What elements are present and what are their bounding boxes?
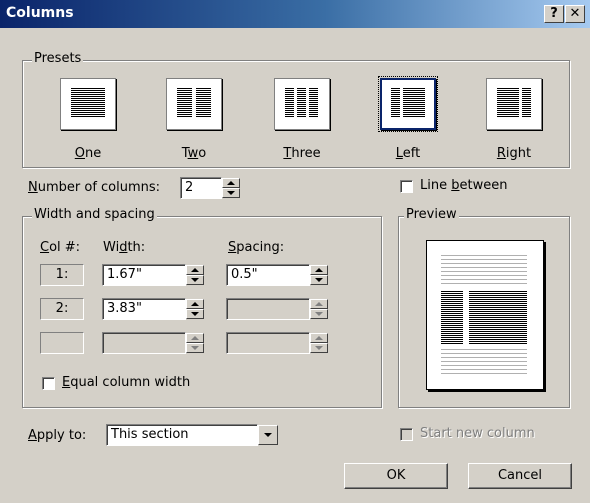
preset-three-button[interactable] bbox=[274, 78, 330, 130]
spin-down-icon[interactable] bbox=[186, 309, 204, 319]
col-number-header: Col #: bbox=[40, 240, 81, 255]
col3-width-spinner bbox=[186, 333, 204, 353]
ok-button[interactable]: OK bbox=[344, 463, 448, 489]
spin-up-icon bbox=[310, 299, 328, 309]
col1-width-input[interactable]: 1.67" bbox=[102, 264, 186, 286]
dropdown-arrow-icon[interactable] bbox=[258, 425, 278, 445]
preset-three-label: Three bbox=[283, 146, 321, 161]
window-title: Columns bbox=[6, 5, 74, 21]
line-between-label: Line between bbox=[420, 178, 508, 193]
spin-down-icon bbox=[310, 309, 328, 319]
presets-group-label: Presets bbox=[32, 51, 84, 66]
preset-left-button[interactable] bbox=[378, 76, 438, 132]
spin-down-icon bbox=[186, 343, 204, 353]
col1-spacing-spinner[interactable] bbox=[310, 265, 328, 285]
col2-spacing-spinner bbox=[310, 299, 328, 319]
help-button[interactable]: ? bbox=[544, 5, 564, 23]
equal-width-checkbox[interactable] bbox=[42, 377, 55, 390]
start-new-column-checkbox bbox=[400, 428, 413, 441]
spin-down-icon[interactable] bbox=[186, 275, 204, 285]
close-button[interactable]: ✕ bbox=[565, 5, 585, 23]
col1-width-spinner[interactable] bbox=[186, 265, 204, 285]
col-number-cell bbox=[40, 332, 84, 354]
col3-spacing-spinner bbox=[310, 333, 328, 353]
col-number-cell: 2: bbox=[40, 298, 84, 320]
spin-down-icon[interactable] bbox=[222, 188, 240, 198]
apply-to-label: Apply to: bbox=[28, 428, 87, 443]
number-of-columns-input[interactable]: 2 bbox=[180, 177, 222, 199]
preset-one-button[interactable] bbox=[60, 78, 116, 130]
col3-width-input bbox=[102, 332, 186, 354]
preview-group-label: Preview bbox=[404, 207, 459, 222]
spin-up-icon bbox=[186, 333, 204, 343]
start-new-column-label: Start new column bbox=[420, 426, 535, 441]
spin-up-icon[interactable] bbox=[222, 178, 240, 188]
spacing-header: Spacing: bbox=[228, 240, 285, 255]
spin-down-icon bbox=[310, 343, 328, 353]
col2-width-input[interactable]: 3.83" bbox=[102, 298, 186, 320]
preset-right-button[interactable] bbox=[486, 78, 542, 130]
line-between-checkbox[interactable] bbox=[400, 180, 413, 193]
title-bar bbox=[0, 0, 590, 28]
spin-up-icon[interactable] bbox=[186, 299, 204, 309]
col2-width-spinner[interactable] bbox=[186, 299, 204, 319]
apply-to-select[interactable]: This section bbox=[106, 424, 258, 446]
col2-spacing-input bbox=[226, 298, 310, 320]
number-of-columns-spinner[interactable] bbox=[222, 178, 240, 198]
width-header: Width: bbox=[103, 240, 146, 255]
preset-right-label: Right bbox=[496, 146, 532, 161]
number-of-columns-label: Number of columns: bbox=[28, 180, 161, 195]
col1-spacing-input[interactable]: 0.5" bbox=[226, 264, 310, 286]
width-spacing-group-label: Width and spacing bbox=[32, 207, 157, 222]
preset-two-label: Two bbox=[181, 146, 207, 161]
preset-one-label: One bbox=[74, 146, 102, 161]
spin-up-icon bbox=[310, 333, 328, 343]
preview-page bbox=[426, 240, 544, 390]
col3-spacing-input bbox=[226, 332, 310, 354]
preset-two-button[interactable] bbox=[166, 78, 222, 130]
preset-left-label: Left bbox=[395, 146, 421, 161]
cancel-button[interactable]: Cancel bbox=[468, 463, 572, 489]
spin-up-icon[interactable] bbox=[186, 265, 204, 275]
spin-down-icon[interactable] bbox=[310, 275, 328, 285]
col-number-cell: 1: bbox=[40, 264, 84, 286]
equal-width-label: Equal column width bbox=[62, 375, 191, 390]
spin-up-icon[interactable] bbox=[310, 265, 328, 275]
